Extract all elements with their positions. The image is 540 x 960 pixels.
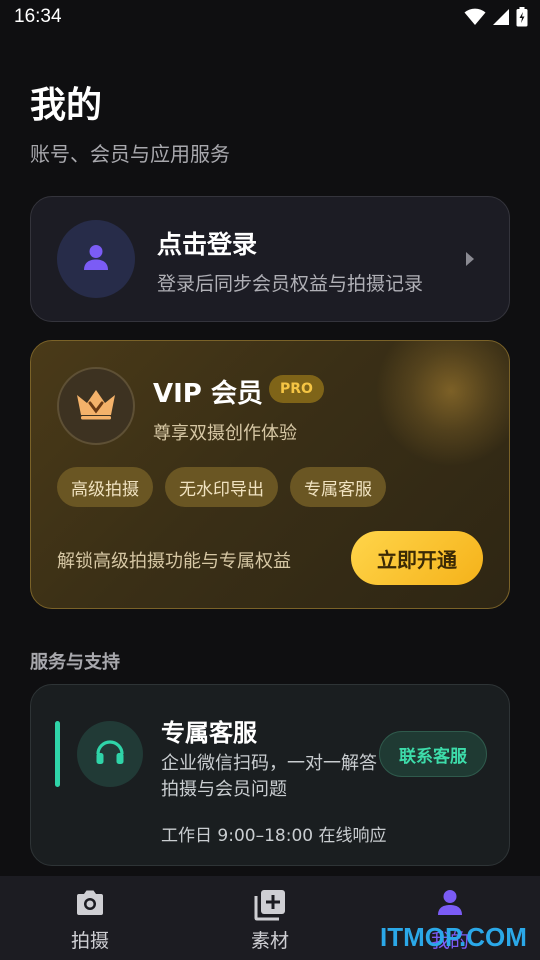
section-title: 服务与支持 bbox=[30, 652, 120, 673]
login-subtitle: 登录后同步会员权益与拍摄记录 bbox=[157, 273, 424, 295]
camera-icon bbox=[74, 888, 106, 922]
wifi-icon bbox=[464, 8, 486, 26]
add-media-icon bbox=[253, 888, 287, 926]
crown-icon bbox=[74, 387, 118, 425]
signal-icon bbox=[492, 8, 510, 26]
service-card: 专属客服 企业微信扫码，一对一解答拍摄与会员问题 联系客服 工作日 9:00–1… bbox=[30, 684, 510, 866]
nav-item-shoot[interactable]: 拍摄 bbox=[0, 876, 180, 960]
perk-chips: 高级拍摄 无水印导出 专属客服 bbox=[57, 467, 386, 507]
vip-subtitle: 尊享双摄创作体验 bbox=[153, 423, 297, 444]
battery-charging-icon bbox=[516, 7, 528, 27]
avatar bbox=[57, 220, 135, 298]
contact-support-button[interactable]: 联系客服 bbox=[379, 731, 487, 777]
user-icon bbox=[435, 888, 465, 922]
headset-icon bbox=[94, 737, 126, 771]
pro-badge: PRO bbox=[269, 375, 324, 403]
service-hours: 工作日 9:00–18:00 在线响应 bbox=[161, 826, 387, 846]
accent-bar bbox=[55, 721, 60, 787]
nav-item-materials[interactable]: 素材 bbox=[180, 876, 360, 960]
open-vip-button[interactable]: 立即开通 bbox=[351, 531, 483, 585]
status-icons bbox=[464, 7, 528, 27]
watermark: ITMOP.COM bbox=[380, 922, 527, 952]
crown-badge bbox=[57, 367, 135, 445]
page-title: 我的 bbox=[30, 85, 103, 126]
status-bar: 16:34 bbox=[0, 0, 540, 34]
nav-label: 拍摄 bbox=[70, 930, 109, 952]
chevron-right-icon bbox=[465, 251, 475, 271]
perk-chip: 高级拍摄 bbox=[57, 467, 153, 507]
service-title: 专属客服 bbox=[161, 719, 257, 747]
vip-title: VIP 会员 bbox=[153, 379, 263, 409]
perk-chip: 专属客服 bbox=[290, 467, 386, 507]
headset-badge bbox=[77, 721, 143, 787]
nav-label: 素材 bbox=[250, 930, 289, 952]
user-icon bbox=[81, 242, 111, 276]
page-subtitle: 账号、会员与应用服务 bbox=[30, 142, 230, 166]
login-title: 点击登录 bbox=[157, 230, 258, 259]
status-time: 16:34 bbox=[14, 6, 62, 27]
login-card[interactable]: 点击登录 登录后同步会员权益与拍摄记录 bbox=[30, 196, 510, 322]
service-description: 企业微信扫码，一对一解答拍摄与会员问题 bbox=[161, 753, 377, 800]
vip-card: VIP 会员 PRO 尊享双摄创作体验 高级拍摄 无水印导出 专属客服 解锁高级… bbox=[30, 340, 510, 609]
perk-chip: 无水印导出 bbox=[165, 467, 278, 507]
vip-hint: 解锁高级拍摄功能与专属权益 bbox=[57, 551, 291, 572]
